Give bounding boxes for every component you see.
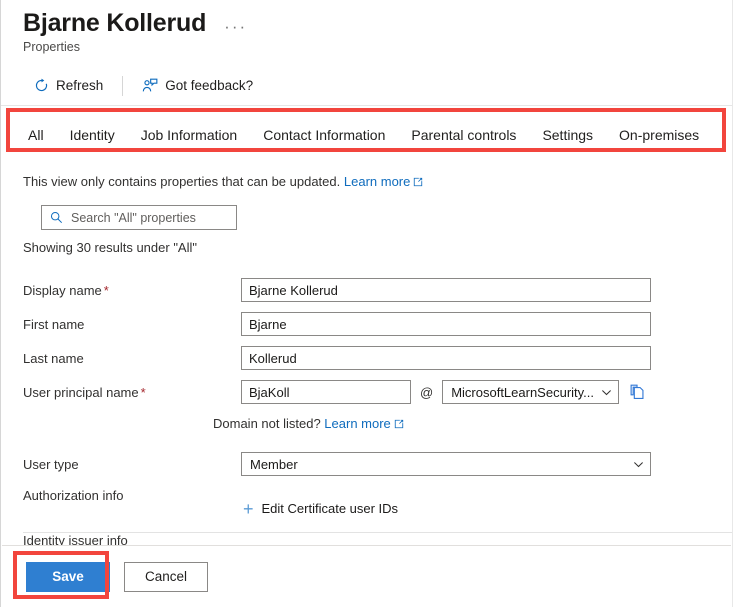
first-name-input[interactable] <box>241 312 651 336</box>
chevron-down-icon <box>601 387 612 398</box>
properties-content: This view only contains properties that … <box>1 174 732 546</box>
display-name-field-wrap <box>241 278 732 302</box>
first-name-label: First name <box>23 317 241 332</box>
user-type-label: User type <box>23 457 241 472</box>
copy-upn-button[interactable] <box>627 382 648 402</box>
upn-field-wrap: @ MicrosoftLearnSecurity... <box>241 380 732 404</box>
title-row: Bjarne Kollerud ··· <box>23 8 732 38</box>
command-bar-divider <box>122 76 123 96</box>
authorization-info-field-wrap: + Edit Certificate user IDs <box>241 485 732 520</box>
blade-header: Bjarne Kollerud ··· Properties <box>1 0 732 54</box>
feedback-person-icon <box>142 78 158 93</box>
search-box[interactable] <box>41 205 237 230</box>
property-row-authorization-info: Authorization info + Edit Certificate us… <box>23 481 732 520</box>
user-type-field-wrap: Member <box>241 452 732 476</box>
info-banner-text: This view only contains properties that … <box>23 174 340 189</box>
search-icon <box>50 211 63 224</box>
first-name-field-wrap <box>241 312 732 336</box>
got-feedback-label: Got feedback? <box>165 78 253 93</box>
properties-blade: Bjarne Kollerud ··· Properties Refresh <box>0 0 733 607</box>
upn-label: User principal name* <box>23 385 241 400</box>
refresh-label: Refresh <box>56 78 103 93</box>
blade-subtitle: Properties <box>23 40 732 54</box>
property-row-user-type: User type Member <box>23 447 732 481</box>
tabs-container: All Identity Job Information Contact Inf… <box>1 113 732 153</box>
authorization-info-label: Authorization info <box>23 485 241 503</box>
edit-certificate-user-ids-label: Edit Certificate user IDs <box>262 501 399 516</box>
got-feedback-button[interactable]: Got feedback? <box>133 73 262 98</box>
refresh-button[interactable]: Refresh <box>25 73 112 98</box>
upn-prefix-input[interactable] <box>241 380 411 404</box>
save-button[interactable]: Save <box>26 562 110 592</box>
tab-on-premises[interactable]: On-premises <box>606 121 712 153</box>
plus-icon: + <box>243 502 254 516</box>
tab-all[interactable]: All <box>15 121 57 153</box>
user-type-value: Member <box>250 457 298 472</box>
property-list: Display name* First name Last name <box>23 273 732 546</box>
cancel-button[interactable]: Cancel <box>124 562 208 592</box>
refresh-icon <box>34 78 49 93</box>
tab-identity[interactable]: Identity <box>57 121 128 153</box>
upn-domain-value: MicrosoftLearnSecurity... <box>451 385 594 400</box>
display-name-input[interactable] <box>241 278 651 302</box>
external-link-icon <box>413 175 423 190</box>
last-name-input[interactable] <box>241 346 651 370</box>
property-row-display-name: Display name* <box>23 273 732 307</box>
edit-certificate-user-ids-button[interactable]: + Edit Certificate user IDs <box>241 497 400 520</box>
info-learn-more-link[interactable]: Learn more <box>344 174 410 189</box>
page-title: Bjarne Kollerud <box>23 8 206 38</box>
info-banner: This view only contains properties that … <box>23 174 732 190</box>
display-name-label-text: Display name <box>23 283 102 298</box>
last-name-field-wrap <box>241 346 732 370</box>
tab-list: All Identity Job Information Contact Inf… <box>1 113 732 153</box>
tab-job-information[interactable]: Job Information <box>128 121 251 153</box>
property-row-first-name: First name <box>23 307 732 341</box>
display-name-required-mark: * <box>104 283 109 298</box>
domain-hint-row: Domain not listed? Learn more <box>23 409 732 439</box>
at-symbol: @ <box>419 385 434 400</box>
search-row <box>23 205 732 230</box>
blade-footer: Save Cancel <box>2 545 731 607</box>
domain-hint: Domain not listed? Learn more <box>213 416 404 432</box>
upn-label-text: User principal name <box>23 385 139 400</box>
domain-learn-more-link[interactable]: Learn more <box>324 416 390 431</box>
command-bar: Refresh Got feedback? <box>1 66 732 106</box>
tab-contact-information[interactable]: Contact Information <box>250 121 398 153</box>
upn-required-mark: * <box>141 385 146 400</box>
upn-domain-dropdown[interactable]: MicrosoftLearnSecurity... <box>442 380 619 404</box>
results-count-text: Showing 30 results under "All" <box>23 240 732 255</box>
tab-parental-controls[interactable]: Parental controls <box>398 121 529 153</box>
property-row-last-name: Last name <box>23 341 732 375</box>
property-row-user-principal-name: User principal name* @ MicrosoftLearnSec… <box>23 375 732 409</box>
more-options-icon[interactable]: ··· <box>218 8 253 38</box>
user-type-dropdown[interactable]: Member <box>241 452 651 476</box>
external-link-icon <box>394 417 404 432</box>
chevron-down-icon <box>633 459 644 470</box>
tab-settings[interactable]: Settings <box>529 121 606 153</box>
display-name-label: Display name* <box>23 283 241 298</box>
domain-hint-text: Domain not listed? <box>213 416 321 431</box>
search-input[interactable] <box>71 211 228 225</box>
last-name-label: Last name <box>23 351 241 366</box>
